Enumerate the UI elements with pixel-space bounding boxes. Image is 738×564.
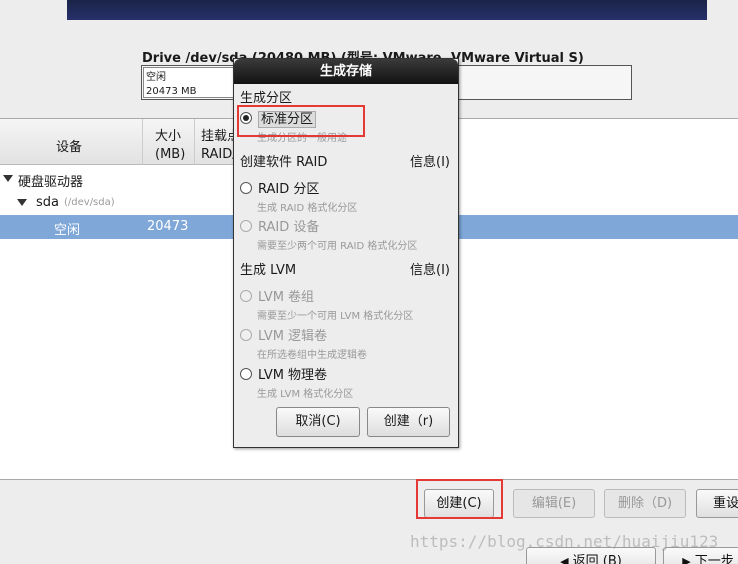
delete-button[interactable]: 删除（D) [604, 489, 686, 518]
edit-button[interactable]: 编辑(E) [513, 489, 595, 518]
expander-icon[interactable] [17, 199, 27, 206]
radio-icon[interactable] [240, 329, 252, 341]
dialog-create-button[interactable]: 创建（r) [367, 407, 450, 437]
watermark: https://blog.csdn.net/huaijiu123 [410, 532, 719, 551]
free-space-size: 20473 MB [146, 86, 197, 97]
section-lvm: 生成 LVM [240, 263, 297, 278]
raid-device-desc: 需要至少两个可用 RAID 格式化分区 [257, 241, 418, 252]
raid-partition-desc: 生成 RAID 格式化分区 [257, 203, 358, 214]
annotation-highlight-create [416, 479, 503, 519]
radio-icon[interactable] [240, 368, 252, 380]
column-header-device[interactable]: 设备 [0, 119, 143, 165]
expander-icon[interactable] [3, 175, 13, 182]
raid-info-button[interactable]: 信息(I) [410, 151, 450, 170]
dialog-cancel-button[interactable]: 取消(C) [276, 407, 360, 437]
radio-icon[interactable] [240, 220, 252, 232]
lvm-pv-desc: 生成 LVM 格式化分区 [257, 389, 354, 400]
section-partition: 生成分区 [240, 91, 293, 106]
section-raid: 创建软件 RAID [240, 155, 328, 170]
dialog-title: 生成存储 [234, 59, 458, 84]
annotation-highlight-standard-partition [237, 105, 365, 137]
radio-icon[interactable] [240, 182, 252, 194]
radio-lvm-logical-volume[interactable]: LVM 逻辑卷 [240, 325, 327, 344]
free-space-label: 空闲 [146, 72, 166, 83]
radio-icon[interactable] [240, 290, 252, 302]
back-arrow-icon: ◀ [560, 555, 569, 564]
top-banner [67, 0, 707, 20]
radio-raid-partition[interactable]: RAID 分区 [240, 178, 319, 197]
free-space-segment[interactable]: 空闲 20473 MB [143, 67, 235, 98]
column-header-size[interactable]: 大小 (MB) [143, 119, 195, 165]
lvm-info-button[interactable]: 信息(I) [410, 259, 450, 278]
lvm-lv-desc: 在所选卷组中生成逻辑卷 [257, 350, 367, 361]
reset-button[interactable]: 重设 [696, 489, 738, 518]
radio-lvm-volume-group[interactable]: LVM 卷组 [240, 286, 314, 305]
radio-lvm-physical-volume[interactable]: LVM 物理卷 [240, 364, 327, 383]
radio-raid-device[interactable]: RAID 设备 [240, 216, 319, 235]
next-arrow-icon: ▶ [682, 555, 691, 564]
lvm-vg-desc: 需要至少一个可用 LVM 格式化分区 [257, 311, 414, 322]
